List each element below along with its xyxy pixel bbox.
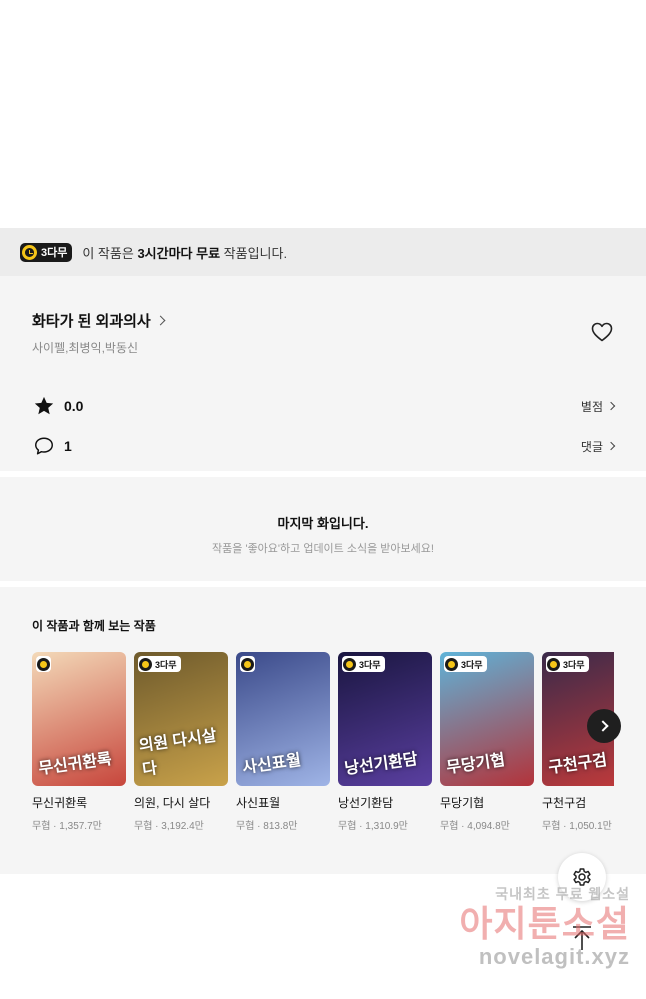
wait-free-badge: 3다무 — [546, 656, 589, 672]
recommendation-title: 의원, 다시 살다 — [134, 796, 211, 810]
work-info-section: 화타가 된 외과의사 사이펠,최병익,박동신 0.0 별점 1 댓글 — [0, 276, 646, 477]
heart-icon[interactable] — [590, 320, 614, 344]
recommendation-title: 구천구검 — [542, 796, 587, 810]
wait-free-badge-label: 3다무 — [359, 659, 381, 670]
comments-link-label: 댓글 — [580, 439, 603, 454]
clock-icon — [445, 657, 458, 671]
clock-icon — [37, 657, 50, 671]
carousel-next-button[interactable] — [587, 709, 621, 743]
watermark-line3: novelagit.xyz — [478, 944, 630, 969]
work-title: 화타가 된 외과의사 — [32, 313, 151, 330]
star-icon — [32, 394, 56, 418]
chevron-right-icon — [596, 720, 609, 732]
recommendation-title: 무당기협 — [440, 796, 485, 810]
banner-text-bold: 3시간마다 무료 — [137, 245, 221, 261]
recommendation-title: 낭선기환담 — [338, 796, 394, 810]
cover-title-art: 사신표월 — [241, 751, 303, 777]
wait-free-badge: 3다무 — [138, 656, 181, 672]
cover-title-art: 무당기협 — [445, 751, 507, 777]
cover-title-art: 무신귀환록 — [37, 750, 113, 779]
recommendations-section: 이 작품과 함께 보는 작품 무신귀환록 무신귀환록 무협 · 1,357.7만 3다… — [0, 587, 646, 874]
work-authors: 사이펠,최병익,박동신 — [32, 341, 139, 355]
recommendation-card[interactable]: 3다무 무당기협 무당기협 무협 · 4,094.8만 — [440, 652, 534, 832]
wait-free-badge-label: 3다무 — [563, 659, 585, 670]
banner-text-suffix: 작품입니다. — [220, 245, 288, 261]
gear-icon — [573, 868, 591, 886]
clock-icon — [139, 657, 152, 671]
recommendation-meta: 무협 · 4,094.8만 — [440, 821, 510, 832]
wait-free-badge — [240, 656, 255, 672]
recommendation-meta: 무협 · 1,050.1만 — [542, 821, 612, 832]
clock-icon — [241, 657, 254, 671]
scroll-top-button[interactable] — [564, 920, 600, 956]
chevron-right-icon — [606, 441, 616, 451]
cover-thumbnail: 3다무의원 다시살다 — [134, 652, 228, 786]
recommendation-card[interactable]: 3다무의원 다시살다의원, 다시 살다무협 · 3,192.4만 — [134, 652, 228, 832]
recommendation-card[interactable]: 무신귀환록 무신귀환록 무협 · 1,357.7만 — [32, 652, 126, 832]
comments-link[interactable]: 댓글 — [580, 438, 616, 455]
cover-title-art: 구천구검 — [547, 751, 609, 777]
recommendations-carousel: 무신귀환록 무신귀환록 무협 · 1,357.7만 3다무 의원 다시살다 의원, 다시 … — [32, 652, 614, 832]
work-title-link[interactable]: 화타가 된 외과의사 — [32, 310, 614, 331]
rating-row: 0.0 별점 — [32, 386, 616, 426]
content-top-area — [0, 0, 646, 228]
wait-free-badge-label: 3다무 — [461, 659, 483, 670]
rating-value: 0.0 — [64, 398, 84, 414]
recommendation-meta: 무협 · 1,357.7만 — [32, 821, 102, 832]
comment-icon — [32, 434, 56, 458]
chevron-right-icon — [155, 315, 166, 326]
settings-button[interactable] — [558, 853, 606, 901]
recommendation-meta: 무협 · 813.8만 — [236, 821, 298, 832]
cover-title-art: 의원 다시살다 — [137, 727, 218, 779]
comments-count: 1 — [64, 438, 72, 454]
clock-icon — [22, 244, 37, 260]
cover-thumbnail: 무신귀환록 — [32, 652, 126, 786]
rating-link[interactable]: 별점 — [580, 398, 616, 415]
rating-link-label: 별점 — [580, 399, 603, 414]
cover-thumbnail: 3다무무당기협 — [440, 652, 534, 786]
recommendation-meta: 무협 · 1,310.9만 — [338, 821, 408, 832]
watermark-line2: 아지툰소설 — [459, 903, 630, 944]
wait-free-badge-label: 3다무 — [155, 659, 177, 670]
clock-icon — [343, 657, 356, 671]
wait-free-badge: 3다무 — [20, 242, 73, 262]
chevron-right-icon — [606, 401, 616, 411]
last-episode-subtitle: 작품을 '좋아요'하고 업데이트 소식을 받아보세요! — [212, 543, 434, 555]
comments-row: 1 댓글 — [32, 426, 616, 466]
recommendation-card[interactable]: 사신표월 사신표월 무협 · 813.8만 — [236, 652, 330, 832]
wait-free-badge: 3다무 — [342, 656, 385, 672]
banner-text-prefix: 이 작품은 — [82, 245, 138, 261]
wait-free-badge-label: 3다무 — [41, 247, 68, 259]
cover-title-art: 낭선기환담 — [343, 750, 419, 779]
cover-thumbnail: 사신표월 — [236, 652, 330, 786]
last-episode-notice: 마지막 화입니다. 작품을 '좋아요'하고 업데이트 소식을 받아보세요! — [0, 477, 646, 587]
recommendation-title: 무신귀환록 — [32, 796, 88, 810]
wait-free-badge: 3다무 — [444, 656, 487, 672]
recommendation-card[interactable]: 3다무 낭선기환담 낭선기환담 무협 · 1,310.9만 — [338, 652, 432, 832]
free-every-3h-banner: 3다무 이 작품은 3시간마다 무료 작품입니다. — [0, 228, 646, 276]
recommendations-heading: 이 작품과 함께 보는 작품 — [32, 619, 156, 633]
clock-icon — [547, 657, 560, 671]
recommendation-meta: 무협 · 3,192.4만 — [134, 821, 204, 832]
site-watermark: 국내최초 무료 웹소설 아지툰소설 novelagit.xyz — [440, 884, 630, 984]
arrow-up-icon — [573, 926, 591, 950]
recommendation-title: 사신표월 — [236, 796, 281, 810]
last-episode-title: 마지막 화입니다. — [277, 516, 369, 531]
cover-thumbnail: 3다무낭선기환담 — [338, 652, 432, 786]
wait-free-badge — [36, 656, 51, 672]
